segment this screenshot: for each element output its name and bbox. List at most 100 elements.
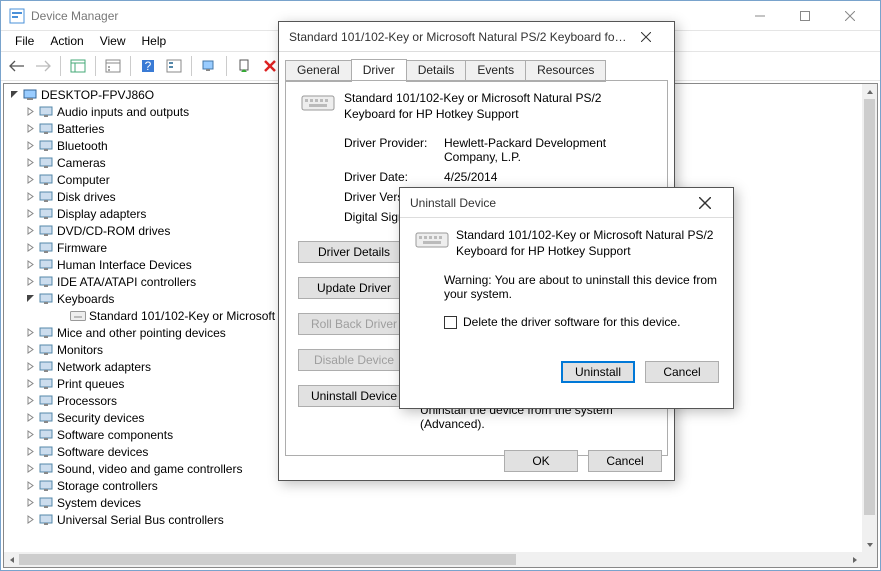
chevron-right-icon[interactable] bbox=[24, 174, 36, 186]
tab-driver[interactable]: Driver bbox=[351, 59, 407, 81]
node-label: Security devices bbox=[57, 411, 144, 425]
cancel-button[interactable]: Cancel bbox=[588, 450, 662, 472]
node-label: Cameras bbox=[57, 156, 106, 170]
ok-button[interactable]: OK bbox=[504, 450, 578, 472]
close-icon[interactable] bbox=[628, 25, 664, 49]
chevron-right-icon[interactable] bbox=[24, 497, 36, 509]
chevron-right-icon[interactable] bbox=[24, 242, 36, 254]
toolbar-separator bbox=[191, 56, 192, 76]
chevron-right-icon[interactable] bbox=[24, 123, 36, 135]
keyboard-icon bbox=[298, 91, 338, 115]
node-label: Network adapters bbox=[57, 360, 151, 374]
node-label: Bluetooth bbox=[57, 139, 108, 153]
chevron-right-icon[interactable] bbox=[24, 276, 36, 288]
scroll-thumb[interactable] bbox=[19, 554, 516, 565]
chevron-right-icon[interactable] bbox=[24, 463, 36, 475]
device-icon bbox=[38, 512, 54, 528]
chevron-right-icon[interactable] bbox=[24, 378, 36, 390]
chevron-right-icon[interactable] bbox=[24, 259, 36, 271]
horizontal-scrollbar[interactable] bbox=[4, 552, 862, 567]
chevron-right-icon[interactable] bbox=[24, 225, 36, 237]
device-icon bbox=[38, 155, 54, 171]
menu-file[interactable]: File bbox=[7, 32, 42, 50]
scroll-right-arrow[interactable] bbox=[847, 552, 862, 567]
scroll-track[interactable] bbox=[862, 99, 877, 537]
chevron-right-icon[interactable] bbox=[24, 395, 36, 407]
properties-button[interactable] bbox=[101, 54, 125, 78]
node-label: Mice and other pointing devices bbox=[57, 326, 226, 340]
node-label: Firmware bbox=[57, 241, 107, 255]
node-label: Audio inputs and outputs bbox=[57, 105, 189, 119]
chevron-right-icon[interactable] bbox=[24, 327, 36, 339]
vertical-scrollbar[interactable] bbox=[862, 84, 877, 552]
node-label: Standard 101/102-Key or Microsoft N bbox=[89, 309, 287, 323]
chevron-right-icon[interactable] bbox=[24, 344, 36, 356]
date-value: 4/25/2014 bbox=[444, 170, 655, 184]
chevron-right-icon[interactable] bbox=[24, 140, 36, 152]
minimize-button[interactable] bbox=[737, 2, 782, 30]
cancel-button[interactable]: Cancel bbox=[645, 361, 719, 383]
date-label: Driver Date: bbox=[344, 170, 444, 184]
tab-events[interactable]: Events bbox=[465, 60, 526, 82]
rollback-driver-button[interactable]: Roll Back Driver bbox=[298, 313, 410, 335]
chevron-right-icon[interactable] bbox=[24, 191, 36, 203]
device-icon bbox=[38, 359, 54, 375]
checkbox-label: Delete the driver software for this devi… bbox=[463, 315, 680, 329]
action-button[interactable] bbox=[162, 54, 186, 78]
spacer bbox=[56, 310, 68, 322]
maximize-button[interactable] bbox=[782, 2, 827, 30]
scan-hardware-button[interactable] bbox=[197, 54, 221, 78]
chevron-right-icon[interactable] bbox=[24, 429, 36, 441]
tree-item[interactable]: System devices bbox=[4, 494, 862, 511]
chevron-right-icon[interactable] bbox=[24, 514, 36, 526]
device-icon bbox=[38, 461, 54, 477]
scroll-left-arrow[interactable] bbox=[4, 552, 19, 567]
keyboard-icon bbox=[70, 308, 86, 324]
chevron-right-icon[interactable] bbox=[24, 446, 36, 458]
computer-icon bbox=[22, 87, 38, 103]
chevron-right-icon[interactable] bbox=[24, 412, 36, 424]
scroll-track[interactable] bbox=[19, 552, 847, 567]
chevron-right-icon[interactable] bbox=[24, 106, 36, 118]
chevron-right-icon[interactable] bbox=[24, 480, 36, 492]
show-hide-tree-button[interactable] bbox=[66, 54, 90, 78]
chevron-right-icon[interactable] bbox=[24, 157, 36, 169]
chevron-down-icon[interactable] bbox=[8, 89, 20, 101]
uninstall-device-button[interactable]: Uninstall Device bbox=[298, 385, 410, 407]
scroll-thumb[interactable] bbox=[864, 99, 875, 515]
scroll-down-arrow[interactable] bbox=[862, 537, 877, 552]
tree-item[interactable]: Universal Serial Bus controllers bbox=[4, 511, 862, 528]
node-label: DESKTOP-FPVJ86O bbox=[41, 88, 154, 102]
disable-device-button[interactable]: Disable Device bbox=[298, 349, 410, 371]
forward-button[interactable] bbox=[31, 54, 55, 78]
close-icon[interactable] bbox=[687, 191, 723, 215]
driver-details-button[interactable]: Driver Details bbox=[298, 241, 410, 263]
device-icon bbox=[38, 410, 54, 426]
tab-general[interactable]: General bbox=[285, 60, 352, 82]
uninstall-confirm-button[interactable]: Uninstall bbox=[561, 361, 635, 383]
menu-help[interactable]: Help bbox=[134, 32, 175, 50]
device-icon bbox=[38, 138, 54, 154]
delete-driver-checkbox[interactable] bbox=[444, 316, 457, 329]
chevron-down-icon[interactable] bbox=[24, 293, 36, 305]
chevron-right-icon[interactable] bbox=[24, 361, 36, 373]
scroll-up-arrow[interactable] bbox=[862, 84, 877, 99]
close-button[interactable] bbox=[827, 2, 872, 30]
device-name: Standard 101/102-Key or Microsoft Natura… bbox=[344, 91, 655, 122]
node-label: Monitors bbox=[57, 343, 103, 357]
tab-resources[interactable]: Resources bbox=[525, 60, 606, 82]
device-icon bbox=[38, 444, 54, 460]
back-button[interactable] bbox=[5, 54, 29, 78]
svg-text:?: ? bbox=[145, 59, 152, 73]
chevron-right-icon[interactable] bbox=[24, 208, 36, 220]
help-button[interactable]: ? bbox=[136, 54, 160, 78]
node-label: Universal Serial Bus controllers bbox=[57, 513, 224, 527]
device-icon bbox=[38, 393, 54, 409]
node-label: Computer bbox=[57, 173, 110, 187]
menu-view[interactable]: View bbox=[92, 32, 134, 50]
update-driver-button[interactable] bbox=[232, 54, 256, 78]
tab-details[interactable]: Details bbox=[406, 60, 467, 82]
menu-action[interactable]: Action bbox=[42, 32, 91, 50]
update-driver-button[interactable]: Update Driver bbox=[298, 277, 410, 299]
uninstall-dialog: Uninstall Device Standard 101/102-Key or… bbox=[399, 187, 734, 409]
